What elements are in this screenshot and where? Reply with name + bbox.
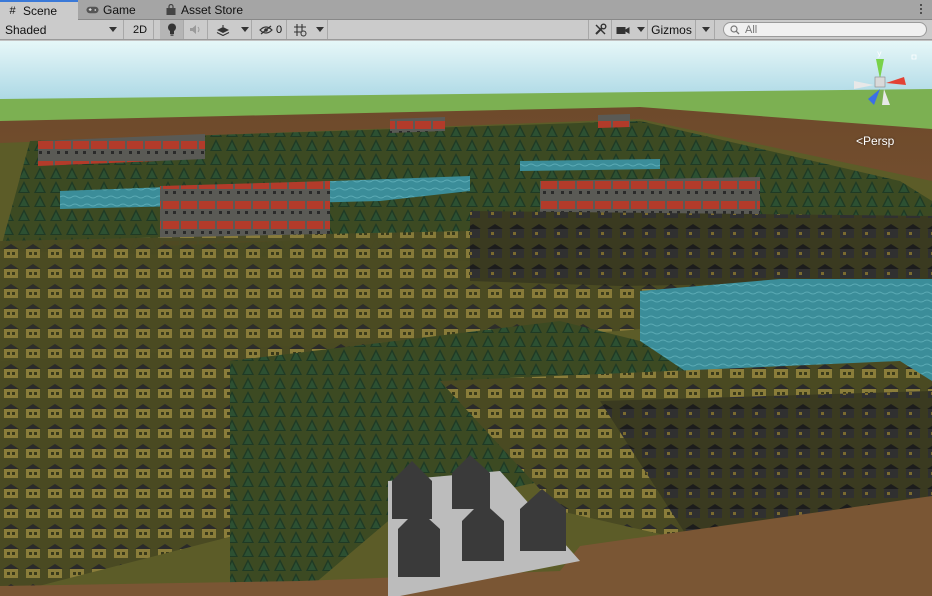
toggle-2d-button[interactable]: 2D [127,20,154,39]
scene-visibility-toggle[interactable]: 0 [255,20,287,39]
tools-button[interactable] [588,20,612,39]
red-roof-cluster-far [390,117,445,133]
lightbulb-icon [167,23,176,36]
red-roof-cluster-far-right [598,114,630,128]
tab-scene[interactable]: # Scene [0,0,78,20]
tab-asset-store-label: Asset Store [181,2,244,17]
housing-block-dark-right [470,211,932,286]
orientation-gizmo[interactable]: y [846,49,926,119]
river-far-right [520,159,660,171]
tab-game-label: Game [103,2,136,17]
effects-dropdown[interactable] [238,20,252,39]
tools-icon [594,23,606,35]
gamepad-icon [86,3,99,16]
lighting-toggle[interactable] [160,20,184,39]
chevron-down-icon [315,27,324,32]
audio-toggle[interactable] [184,20,208,39]
lock-icon[interactable] [911,54,917,60]
toggle-2d-label: 2D [132,23,148,36]
search-input[interactable] [745,23,915,36]
shopping-bag-icon [164,3,177,16]
speaker-icon [190,25,200,34]
effects-toggle[interactable] [208,20,238,39]
tab-asset-store[interactable]: Asset Store [158,0,250,19]
hash-icon: # [9,5,16,17]
grid-toggle[interactable] [288,20,312,39]
tab-menu-kebab-icon[interactable] [916,2,926,16]
chevron-down-icon [636,27,645,32]
gizmos-label: Gizmos [651,22,692,37]
axis-x-cone[interactable] [886,77,906,85]
search-icon [730,24,740,34]
hidden-objects-count: 0 [275,23,283,36]
axis-neg-x-cone[interactable] [854,81,874,89]
camera-settings-button[interactable] [612,20,634,39]
layers-effects-icon [216,24,230,36]
gizmos-button[interactable]: Gizmos [648,20,696,39]
hierarchy-search-field[interactable] [723,22,927,37]
axis-z-cone[interactable] [868,89,880,105]
camera-dropdown[interactable] [634,20,648,39]
axis-neg-y-cone[interactable] [882,89,890,105]
tab-game[interactable]: Game [80,0,168,19]
camera-icon [616,26,630,34]
window-tab-bar: # Scene Game Asset Store [0,0,932,20]
chevron-down-icon [240,27,249,32]
axis-y-label-icon: y [877,49,882,58]
axis-y-cone[interactable] [876,59,884,79]
chevron-down-icon [109,27,117,32]
scene-viewport[interactable]: y <Persp [0,41,932,596]
gizmos-dropdown[interactable] [697,20,715,39]
scene-render[interactable] [0,41,932,596]
projection-toggle[interactable]: <Persp [856,134,894,148]
chevron-down-icon [701,27,710,32]
draw-mode-value: Shaded [5,22,47,37]
grid-dropdown[interactable] [312,20,328,39]
gizmo-center-cube[interactable] [874,76,886,88]
tab-scene-label: Scene [23,4,58,18]
draw-mode-dropdown[interactable]: Shaded [0,20,124,39]
grid-icon [294,23,307,36]
eye-hidden-icon [259,25,273,34]
